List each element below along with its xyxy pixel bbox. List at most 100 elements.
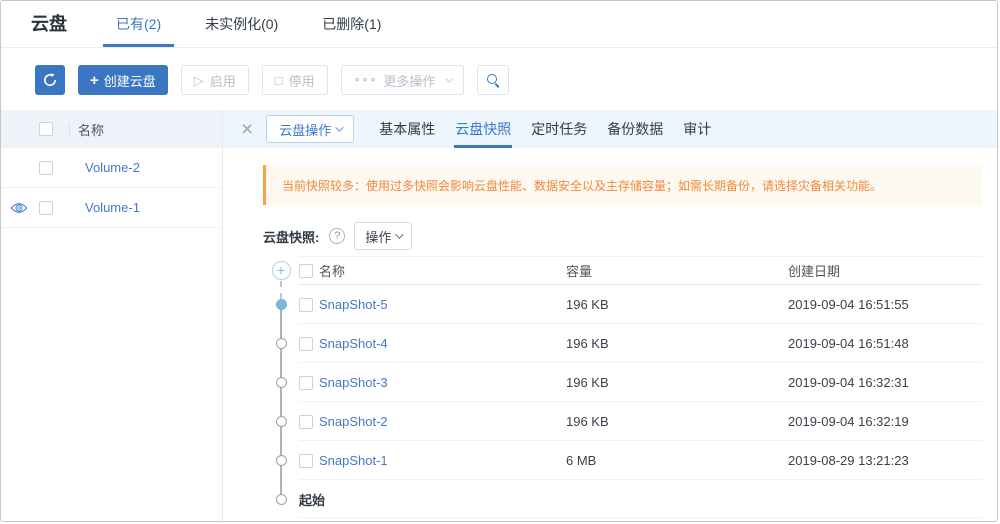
snapshot-4-link[interactable]: SnapShot-4	[319, 336, 566, 351]
volume-actions-button[interactable]: 云盘操作	[266, 115, 354, 143]
ellipsis-icon: ∘∘∘	[354, 75, 378, 86]
snapshot-3-date: 2019-09-04 16:32:31	[788, 375, 982, 390]
snapshot-select-all-checkbox[interactable]	[299, 264, 313, 278]
volume-actions-label: 云盘操作	[279, 120, 331, 139]
detail-header: × 云盘操作 基本属性 云盘快照 定时任务 备份数据 审计	[223, 110, 997, 148]
help-icon[interactable]: ?	[329, 228, 345, 244]
timeline-origin-row: 起始	[263, 480, 982, 518]
snapshot-1-size: 6 MB	[566, 453, 788, 468]
operate-button[interactable]: 操作	[354, 222, 412, 250]
tab-not-instantiated[interactable]: 未实例化(0)	[192, 1, 291, 47]
snapshot-section-row: 云盘快照: ? 操作	[263, 222, 982, 250]
tab-backup-data[interactable]: 备份数据	[606, 110, 664, 148]
enable-button[interactable]: ▷ 启用	[181, 65, 249, 95]
snapshot-row: SnapShot-2 196 KB 2019-09-04 16:32:19	[263, 402, 982, 441]
volume-1-link[interactable]: Volume-1	[85, 200, 140, 215]
tab-existing[interactable]: 已有(2)	[103, 1, 174, 47]
operate-label: 操作	[365, 227, 391, 246]
more-actions-button[interactable]: ∘∘∘ 更多操作	[341, 65, 465, 95]
snapshot-3-checkbox[interactable]	[299, 376, 313, 390]
chevron-down-icon	[335, 123, 343, 131]
chevron-down-icon	[446, 74, 454, 82]
disable-label: 停用	[289, 71, 315, 90]
snapshot-1-link[interactable]: SnapShot-1	[319, 453, 566, 468]
snapshot-2-size: 196 KB	[566, 414, 788, 429]
snapshot-date-header: 创建日期	[788, 261, 982, 280]
snapshot-warning-banner: 当前快照较多：使用过多快照会影响云盘性能、数据安全以及主存储容量；如需长期备份，…	[263, 165, 982, 205]
enable-label: 启用	[210, 71, 236, 90]
detail-panel: × 云盘操作 基本属性 云盘快照 定时任务 备份数据 审计 当前快照较多：使用过…	[223, 110, 997, 522]
snapshot-warning-text: 当前快照较多：使用过多快照会影响云盘性能、数据安全以及主存储容量；如需长期备份，…	[282, 177, 882, 194]
plus-icon: +	[90, 73, 99, 88]
tab-basic-properties[interactable]: 基本属性	[378, 110, 436, 148]
snapshot-table: + 名称 容量 创建日期 SnapShot-5 196 KB 2019-09-0…	[263, 256, 982, 518]
origin-label: 起始	[299, 490, 982, 509]
snapshot-5-size: 196 KB	[566, 297, 788, 312]
snapshot-2-date: 2019-09-04 16:32:19	[788, 414, 982, 429]
tab-volume-snapshot[interactable]: 云盘快照	[454, 110, 512, 148]
snapshot-1-date: 2019-08-29 13:21:23	[788, 453, 982, 468]
tab-audit[interactable]: 审计	[682, 110, 712, 148]
timeline-node	[276, 416, 287, 427]
snapshot-5-checkbox[interactable]	[299, 298, 313, 312]
play-icon: ▷	[194, 74, 204, 87]
timeline-node	[276, 455, 287, 466]
tab-existing-label: 已有(2)	[116, 14, 161, 34]
volume-list-panel: 名称 Volume-2 Volume-1	[1, 110, 223, 522]
snapshot-2-link[interactable]: SnapShot-2	[319, 414, 566, 429]
snapshot-row: SnapShot-3 196 KB 2019-09-04 16:32:31	[263, 363, 982, 402]
volume-1-checkbox[interactable]	[39, 201, 53, 215]
create-snapshot-icon[interactable]: +	[272, 261, 291, 280]
top-bar: 云盘 已有(2) 未实例化(0) 已删除(1)	[1, 1, 997, 48]
toolbar: + 创建云盘 ▷ 启用 □ 停用 ∘∘∘ 更多操作	[1, 48, 997, 110]
snapshot-5-date: 2019-09-04 16:51:55	[788, 297, 982, 312]
tab-not-instantiated-label: 未实例化(0)	[205, 14, 278, 34]
tab-volume-snapshot-label: 云盘快照	[455, 119, 511, 139]
search-icon	[486, 73, 500, 87]
snapshot-size-header: 容量	[566, 261, 788, 280]
refresh-button[interactable]	[35, 65, 65, 95]
tab-deleted-label: 已删除(1)	[322, 14, 381, 34]
snapshot-3-size: 196 KB	[566, 375, 788, 390]
volume-2-link[interactable]: Volume-2	[85, 160, 140, 175]
search-button[interactable]	[477, 65, 509, 95]
snapshot-2-checkbox[interactable]	[299, 415, 313, 429]
snapshot-3-link[interactable]: SnapShot-3	[319, 375, 566, 390]
tab-deleted[interactable]: 已删除(1)	[309, 1, 394, 47]
snapshot-row: SnapShot-4 196 KB 2019-09-04 16:51:48	[263, 324, 982, 363]
create-volume-button[interactable]: + 创建云盘	[78, 65, 168, 95]
snapshot-4-date: 2019-09-04 16:51:48	[788, 336, 982, 351]
volume-list-header: 名称	[1, 110, 222, 148]
header-divider	[69, 123, 70, 136]
volume-row-volume-1[interactable]: Volume-1	[1, 188, 222, 228]
tab-scheduled-tasks-label: 定时任务	[531, 119, 587, 139]
snapshot-4-size: 196 KB	[566, 336, 788, 351]
disable-button[interactable]: □ 停用	[262, 65, 328, 95]
close-icon[interactable]: ×	[241, 119, 253, 140]
select-all-checkbox[interactable]	[39, 122, 53, 136]
main-area: 名称 Volume-2 Volume-1	[1, 110, 997, 522]
snapshot-name-header: 名称	[319, 261, 566, 280]
create-volume-label: 创建云盘	[104, 71, 156, 90]
tab-scheduled-tasks[interactable]: 定时任务	[530, 110, 588, 148]
chevron-down-icon	[396, 230, 404, 238]
snapshot-1-checkbox[interactable]	[299, 454, 313, 468]
snapshot-row: SnapShot-5 196 KB 2019-09-04 16:51:55	[263, 285, 982, 324]
snapshot-5-link[interactable]: SnapShot-5	[319, 297, 566, 312]
snapshot-4-checkbox[interactable]	[299, 337, 313, 351]
detail-tabs: 基本属性 云盘快照 定时任务 备份数据 审计	[378, 110, 730, 148]
timeline-node	[276, 377, 287, 388]
tab-backup-data-label: 备份数据	[607, 119, 663, 139]
snapshot-table-header: + 名称 容量 创建日期	[263, 256, 982, 285]
volume-row-volume-2[interactable]: Volume-2	[1, 148, 222, 188]
volume-2-checkbox[interactable]	[39, 161, 53, 175]
timeline-current-node	[276, 299, 287, 310]
top-tabs: 已有(2) 未实例化(0) 已删除(1)	[103, 1, 412, 47]
snapshot-row: SnapShot-1 6 MB 2019-08-29 13:21:23	[263, 441, 982, 480]
eye-icon	[10, 201, 28, 220]
tab-audit-label: 审计	[683, 119, 711, 139]
timeline-origin-node	[276, 494, 287, 505]
more-actions-label: 更多操作	[383, 71, 435, 90]
app-window: 云盘 已有(2) 未实例化(0) 已删除(1) + 创建云盘 ▷ 启用 □ 停用…	[0, 0, 998, 522]
name-column-header: 名称	[78, 120, 104, 139]
